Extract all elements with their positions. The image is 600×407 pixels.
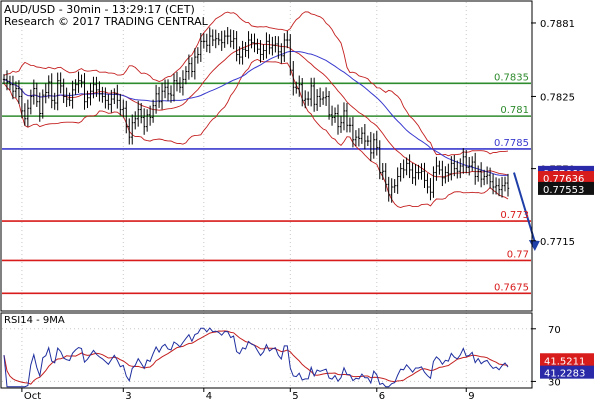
rsi-marker-label: 41.2283	[544, 369, 585, 380]
level-label: 0.7785	[494, 138, 529, 149]
level-label: 0.773	[500, 210, 529, 221]
x-tick-label: Oct	[24, 391, 41, 402]
rsi-y-tick-label: 70	[548, 325, 561, 336]
x-tick-label: 9	[468, 391, 474, 402]
level-label: 0.7675	[494, 282, 529, 293]
x-tick-label: 3	[125, 391, 131, 402]
x-tick-label: 4	[206, 391, 212, 402]
chart-header-line2: Research © 2017 TRADING CENTRAL	[4, 15, 209, 28]
price-marker-label: 0.77553	[543, 185, 584, 196]
level-label: 0.77	[507, 249, 529, 260]
rsi-marker-label: 41.5211	[544, 356, 585, 367]
x-tick-label: 5	[292, 391, 298, 402]
level-label: 0.7835	[494, 72, 529, 83]
x-tick-label: 6	[379, 391, 385, 402]
chart-svg: Oct345690.78810.78250.77700.77157030 0.7…	[0, 0, 600, 403]
y-tick-label: 0.7881	[540, 19, 575, 30]
rsi-panel-label: RSI14 - 9MA	[4, 315, 65, 326]
level-label: 0.781	[500, 105, 529, 116]
y-tick-label: 0.7825	[540, 92, 575, 103]
chart-stage: Oct345690.78810.78250.77700.77157030 0.7…	[0, 0, 600, 403]
y-tick-label: 0.7715	[540, 237, 575, 248]
